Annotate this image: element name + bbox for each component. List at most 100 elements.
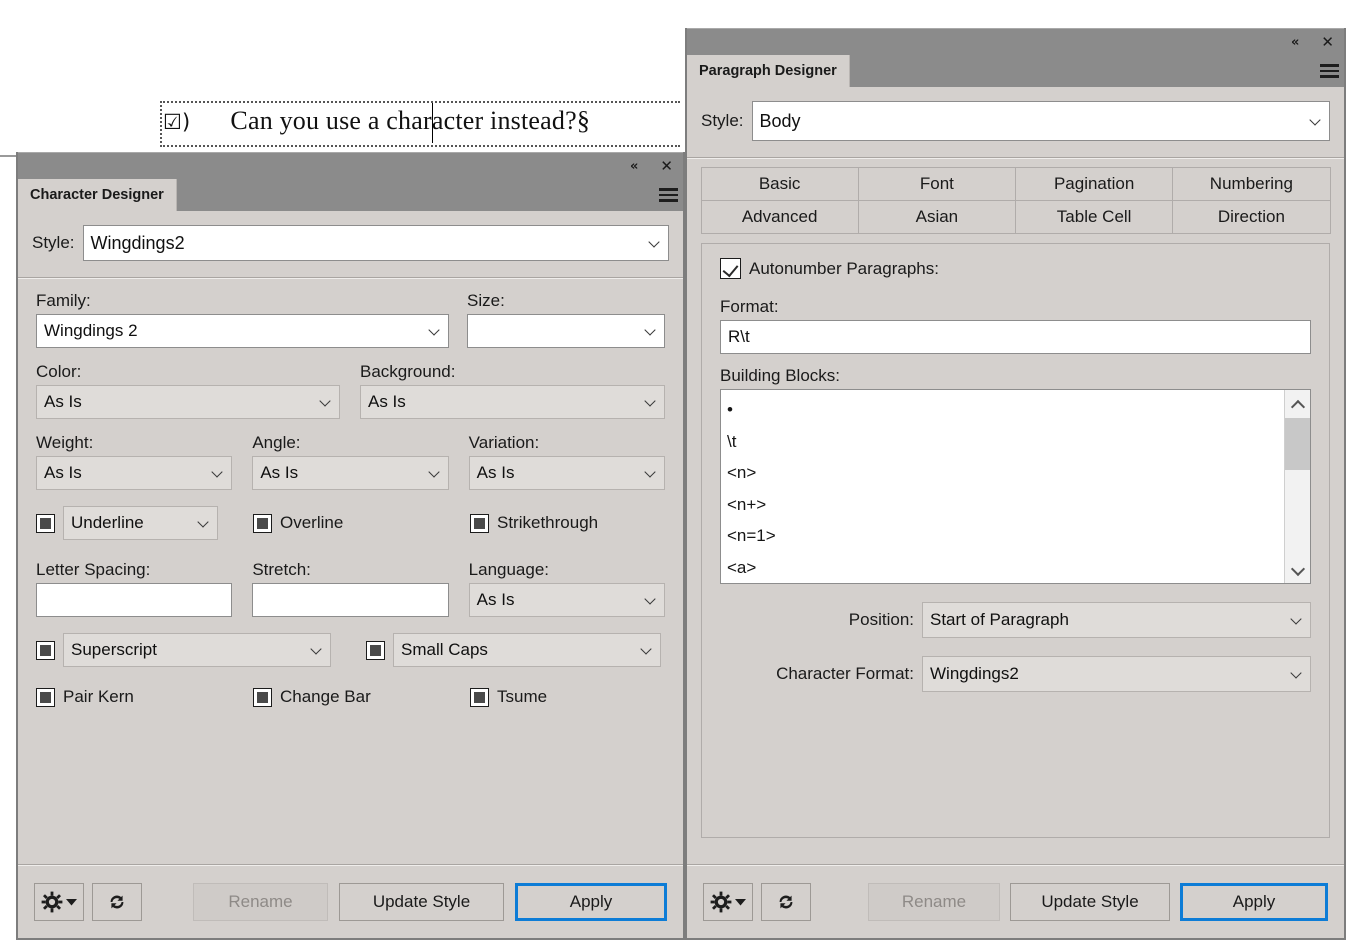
strikethrough-checkbox[interactable] [470, 513, 489, 533]
tab-table-cell[interactable]: Table Cell [1015, 199, 1174, 234]
autonumber-row: Autonumber Paragraphs: [720, 258, 1311, 279]
tab-character-designer[interactable]: Character Designer [18, 179, 177, 211]
chevron-down-icon [650, 237, 661, 248]
update-style-button[interactable]: Update Style [1010, 883, 1170, 921]
character-style-label: Style: [32, 233, 75, 252]
superscript-checkbox[interactable] [36, 640, 55, 660]
chevron-down-icon [430, 325, 441, 336]
list-item[interactable]: <n> [727, 457, 1310, 489]
character-designer-tabrow: Character Designer [18, 179, 683, 211]
character-style-row: Style: Wingdings2 [18, 211, 683, 277]
close-icon[interactable]: ✕ [660, 158, 673, 174]
apply-button[interactable]: Apply [515, 883, 667, 921]
format-input[interactable]: R\t [720, 320, 1311, 354]
stretch-input[interactable] [252, 583, 449, 617]
rename-button[interactable]: Rename [193, 883, 328, 921]
rename-button[interactable]: Rename [868, 883, 1000, 921]
list-item[interactable]: <n=1> [727, 520, 1310, 552]
tab-basic[interactable]: Basic [700, 166, 859, 201]
gear-dropdown-button[interactable] [703, 883, 753, 921]
language-combo[interactable]: As Is [468, 583, 665, 617]
character-format-combo[interactable]: Wingdings2 [922, 656, 1311, 692]
chevron-down-icon [642, 644, 653, 655]
refresh-icon [779, 895, 793, 909]
list-item[interactable]: • [727, 394, 1310, 426]
chevron-down-icon [1292, 668, 1303, 679]
numbering-tab-pane: Autonumber Paragraphs: Format: R\t Build… [701, 243, 1330, 838]
paragraph-style-value: Body [759, 110, 801, 131]
chevron-down-icon [646, 467, 657, 478]
angle-combo[interactable]: As Is [252, 456, 449, 490]
tab-direction[interactable]: Direction [1172, 199, 1331, 234]
overline-checkbox[interactable] [253, 513, 272, 533]
change-bar-checkbox[interactable] [253, 687, 272, 707]
character-format-value: Wingdings2 [930, 664, 1019, 683]
decoration-row: Underline Overline Strikethrough [36, 506, 665, 540]
underline-checkbox[interactable] [36, 513, 55, 533]
building-blocks-listbox[interactable]: • \t <n> <n+> <n=1> <a> [720, 389, 1311, 584]
position-label: Position: [848, 610, 914, 629]
family-value: Wingdings 2 [44, 321, 138, 340]
paragraph-designer-body: Style: Body Basic Font Pagination Number… [687, 87, 1344, 838]
refresh-icon [110, 895, 124, 909]
scroll-up-icon[interactable] [1285, 390, 1310, 418]
tab-asian[interactable]: Asian [857, 199, 1016, 234]
variation-combo[interactable]: As Is [468, 456, 665, 490]
language-value: As Is [476, 590, 515, 609]
tsume-checkbox[interactable] [470, 687, 489, 707]
background-combo[interactable]: As Is [360, 385, 665, 419]
gear-dropdown-button[interactable] [34, 883, 84, 921]
building-blocks-scrollbar[interactable] [1284, 390, 1310, 583]
panel-menu-icon[interactable] [1314, 55, 1344, 87]
property-tab-grid: Basic Font Pagination Numbering Advanced… [700, 166, 1331, 234]
weight-combo[interactable]: As Is [36, 456, 233, 490]
paragraph-designer-tabrow: Paragraph Designer [687, 55, 1344, 87]
scroll-down-icon[interactable] [1285, 555, 1310, 583]
chevron-down-icon [213, 467, 224, 478]
refresh-button[interactable] [92, 883, 142, 921]
autonumber-checkbox[interactable] [720, 258, 741, 279]
list-item[interactable]: <a> [727, 552, 1310, 584]
character-style-combo[interactable]: Wingdings2 [82, 225, 669, 261]
small-caps-checkbox[interactable] [366, 640, 385, 660]
list-item[interactable]: \t [727, 426, 1310, 458]
tab-advanced[interactable]: Advanced [700, 199, 859, 234]
tab-pagination[interactable]: Pagination [1015, 166, 1174, 201]
chevron-down-icon [646, 594, 657, 605]
size-combo[interactable] [467, 314, 665, 348]
letter-spacing-input[interactable] [36, 583, 233, 617]
update-style-button[interactable]: Update Style [339, 883, 504, 921]
chevron-down-icon [646, 325, 657, 336]
close-icon[interactable]: ✕ [1321, 34, 1334, 50]
family-combo[interactable]: Wingdings 2 [36, 314, 449, 348]
paragraph-style-combo[interactable]: Body [751, 101, 1330, 141]
panel-menu-icon[interactable] [653, 179, 683, 211]
tab-numbering[interactable]: Numbering [1172, 166, 1331, 201]
paragraph-style-row: Style: Body [687, 87, 1344, 157]
collapse-icon[interactable]: « [1291, 36, 1299, 49]
collapse-icon[interactable]: « [630, 160, 638, 173]
pair-kern-checkbox[interactable] [36, 687, 55, 707]
paragraph-designer-buttonbar: Rename Update Style Apply [687, 866, 1344, 938]
scrollbar-track[interactable] [1285, 470, 1310, 555]
tab-font[interactable]: Font [857, 166, 1016, 201]
position-combo[interactable]: Start of Paragraph [922, 602, 1311, 638]
apply-button[interactable]: Apply [1180, 883, 1328, 921]
refresh-button[interactable] [761, 883, 811, 921]
color-combo[interactable]: As Is [36, 385, 340, 419]
underline-combo[interactable]: Underline [63, 506, 218, 540]
superscript-combo[interactable]: Superscript [63, 633, 331, 667]
variation-label: Variation: [468, 433, 540, 452]
position-row: Position: Start of Paragraph [720, 602, 1311, 638]
color-background-row: Color: As Is Background: As Is [36, 362, 665, 419]
small-caps-combo[interactable]: Small Caps [393, 633, 661, 667]
small-caps-value: Small Caps [401, 640, 488, 659]
list-item[interactable]: <n+> [727, 489, 1310, 521]
superscript-value: Superscript [71, 640, 157, 659]
character-style-value: Wingdings2 [90, 232, 185, 253]
document-paragraph[interactable]: ☑) Can you use a character instead?§ [163, 106, 590, 136]
scrollbar-thumb[interactable] [1285, 418, 1310, 470]
tab-paragraph-designer[interactable]: Paragraph Designer [687, 55, 850, 87]
background-value: As Is [368, 392, 406, 411]
character-designer-buttonbar: Rename Update Style Apply [18, 866, 683, 938]
